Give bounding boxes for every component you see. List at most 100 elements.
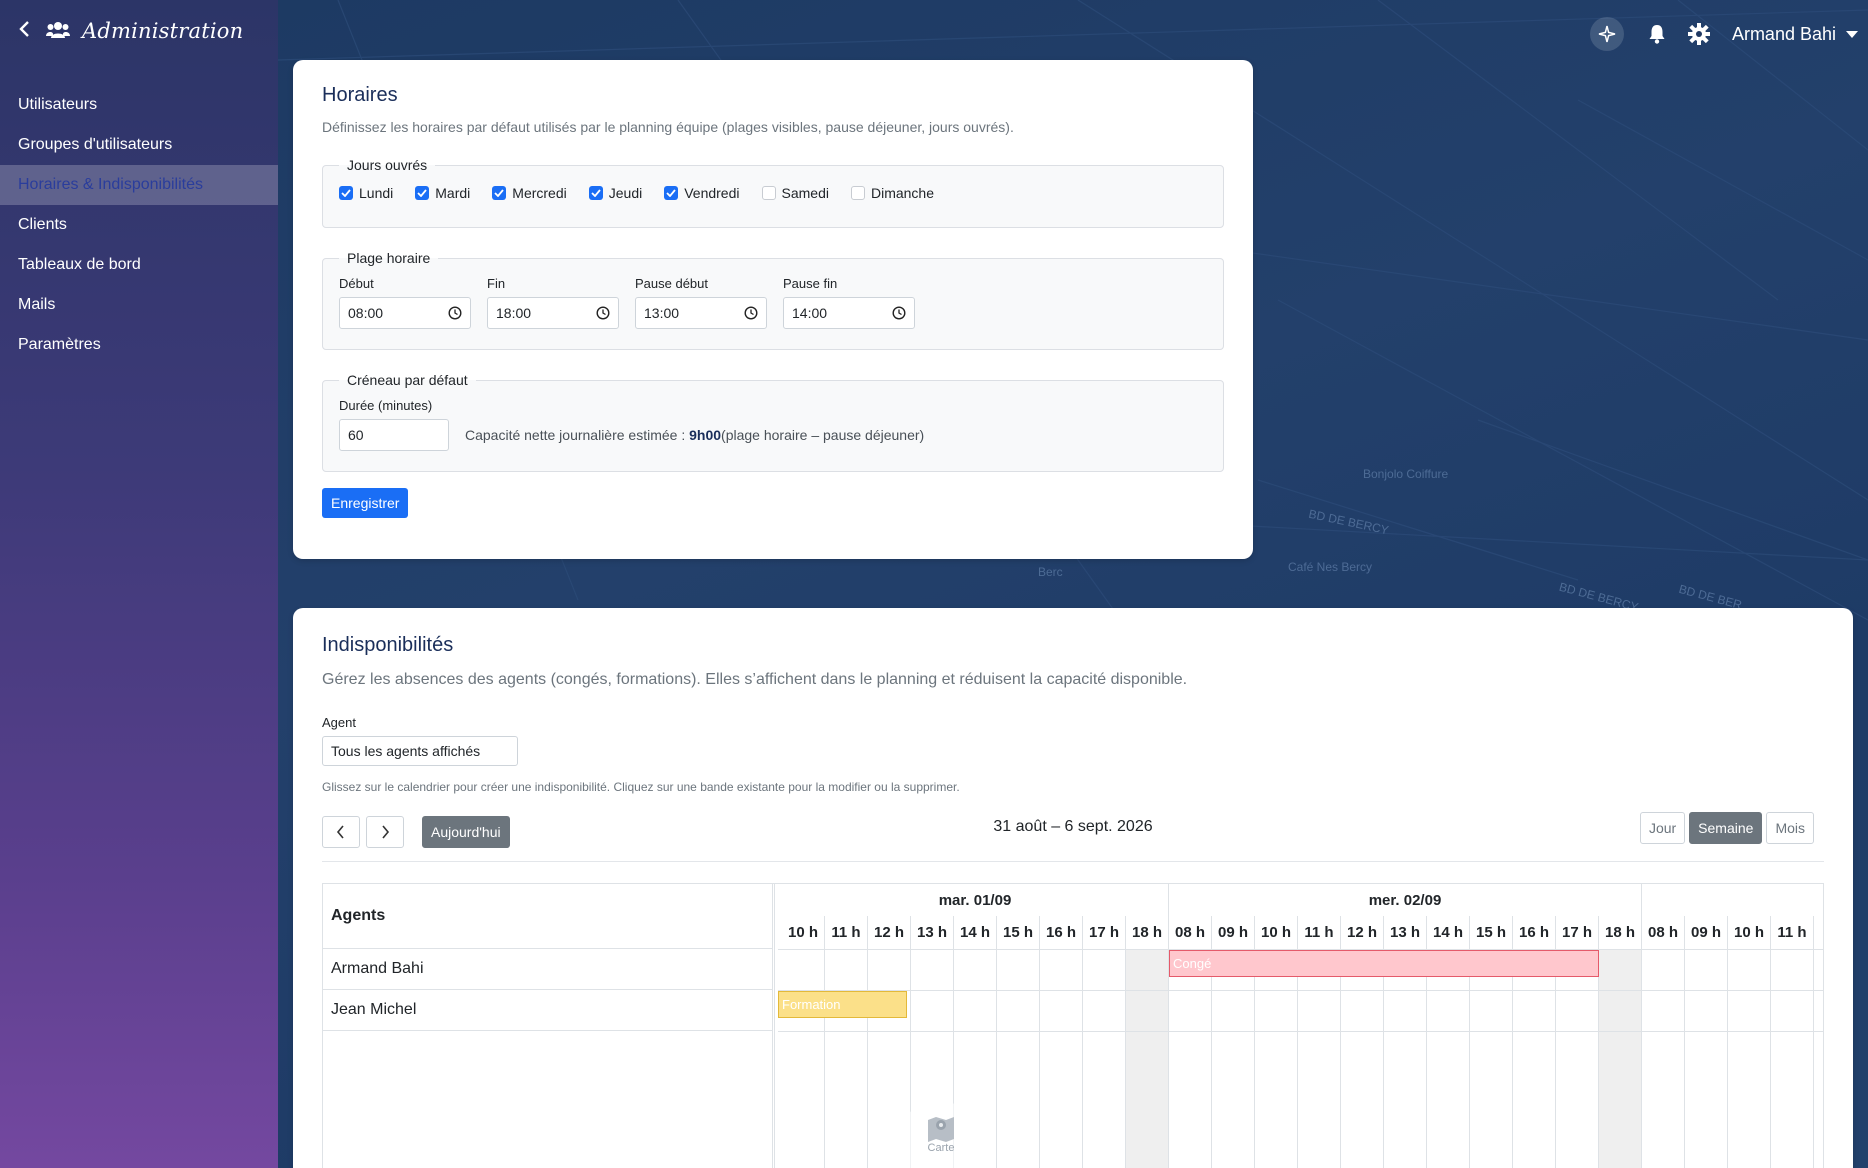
sidebar-title: Administration (82, 19, 244, 43)
time-value: 08:00 (348, 305, 384, 321)
hour-column[interactable] (1771, 949, 1814, 1168)
hour-header: 17 h (1083, 916, 1126, 949)
today-button[interactable]: Aujourd'hui (422, 815, 510, 848)
sidebar-item-mails[interactable]: Mails (0, 285, 278, 325)
sidebar-item-clients[interactable]: Clients (0, 205, 278, 245)
sidebar-item-horaires[interactable]: Horaires & Indisponibilités (0, 165, 278, 205)
hour-header: 15 h (1470, 916, 1513, 949)
hour-header: 14 h (954, 916, 997, 949)
hour-header: 13 h (1384, 916, 1427, 949)
indispo-title: Indisponibilités (322, 634, 454, 656)
hour-column[interactable] (1470, 949, 1513, 1168)
conge-band[interactable]: Congé (1169, 950, 1599, 977)
hour-column[interactable] (1169, 949, 1212, 1168)
back-arrow-icon[interactable] (18, 18, 46, 44)
hour-column[interactable] (1126, 949, 1169, 1168)
sidebar-item-tableaux[interactable]: Tableaux de bord (0, 245, 278, 285)
capacity-text: Capacité nette journalière estimée : 9h0… (465, 427, 924, 443)
view-month-button[interactable]: Mois (1766, 812, 1814, 844)
hour-header: 12 h (1341, 916, 1384, 949)
hour-column[interactable] (997, 949, 1040, 1168)
hour-column[interactable] (1685, 949, 1728, 1168)
sparkle-icon[interactable] (1589, 17, 1624, 51)
checkbox-checked-icon[interactable] (588, 186, 603, 200)
user-menu[interactable]: Armand Bahi (1732, 24, 1858, 45)
gear-icon[interactable] (1684, 19, 1714, 49)
sidebar: Administration Utilisateurs Groupes d'ut… (0, 0, 278, 1168)
agents-header: Agents (323, 884, 772, 949)
clock-icon[interactable] (892, 306, 906, 320)
hour-column[interactable] (1427, 949, 1470, 1168)
hour-header: 11 h (825, 916, 868, 949)
clock-icon[interactable] (744, 306, 758, 320)
clock-icon[interactable] (596, 306, 610, 320)
prev-button[interactable] (322, 815, 360, 848)
hour-column[interactable] (1728, 949, 1771, 1168)
hour-column[interactable] (1642, 949, 1685, 1168)
end-time-input[interactable]: 18:00 (487, 297, 619, 329)
hour-column[interactable] (1814, 949, 1823, 1168)
hour-column[interactable] (1040, 949, 1083, 1168)
band-label: Formation (782, 997, 841, 1012)
day-checkbox-mercredi[interactable]: Mercredi (492, 185, 567, 201)
checkbox-unchecked-icon[interactable] (850, 186, 865, 200)
break-start-input[interactable]: 13:00 (635, 297, 767, 329)
calendar-range: 31 août – 6 sept. 2026 (993, 818, 1153, 835)
hour-column[interactable] (1298, 949, 1341, 1168)
agent-row: Armand Bahi (323, 949, 772, 990)
day-checkbox-jeudi[interactable]: Jeudi (588, 185, 643, 201)
hour-header: 16 h (1040, 916, 1083, 949)
day-checkbox-dimanche[interactable]: Dimanche (850, 185, 934, 201)
hour-column[interactable] (1212, 949, 1255, 1168)
view-day-button[interactable]: Jour (1639, 812, 1686, 844)
hour-column[interactable] (1384, 949, 1427, 1168)
hour-header: 10 h (1728, 916, 1771, 949)
hour-column[interactable] (1341, 949, 1384, 1168)
day-label: Jeudi (608, 185, 643, 201)
hour-column[interactable] (1513, 949, 1556, 1168)
day-checkbox-vendredi[interactable]: Vendredi (664, 185, 740, 201)
hour-column[interactable] (1083, 949, 1126, 1168)
checkbox-checked-icon[interactable] (664, 186, 679, 200)
hour-column[interactable] (1599, 949, 1642, 1168)
hour-header: 12 h (868, 916, 911, 949)
time-field: Fin 18:00 (487, 276, 619, 329)
day-label: Mardi (435, 185, 471, 201)
hour-header: 15 h (997, 916, 1040, 949)
clock-icon[interactable] (448, 306, 462, 320)
start-time-input[interactable]: 08:00 (339, 297, 471, 329)
bell-icon[interactable] (1642, 19, 1672, 49)
band-label: Congé (1173, 956, 1212, 971)
sidebar-item-utilisateurs[interactable]: Utilisateurs (0, 85, 278, 125)
break-end-input[interactable]: 14:00 (783, 297, 915, 329)
formation-band[interactable]: Formation (778, 991, 907, 1018)
checkbox-checked-icon[interactable] (415, 186, 430, 200)
indispo-subtitle: Gérez les absences des agents (congés, f… (322, 671, 1188, 688)
sidebar-item-parametres[interactable]: Paramètres (0, 325, 278, 365)
chevron-left-icon (336, 824, 344, 839)
save-button[interactable]: Enregistrer (322, 488, 409, 518)
calendar-toolbar: Aujourd'hui 31 août – 6 sept. 2026 Jour … (322, 812, 1824, 862)
hour-header: 08 h (1169, 916, 1212, 949)
day-checkbox-samedi[interactable]: Samedi (761, 185, 829, 201)
sidebar-item-label: Clients (18, 216, 67, 233)
hour-column[interactable] (782, 949, 825, 1168)
hour-column[interactable] (1556, 949, 1599, 1168)
hour-header: 17 h (1556, 916, 1599, 949)
sidebar-item-groupes[interactable]: Groupes d'utilisateurs (0, 125, 278, 165)
view-week-button[interactable]: Semaine (1689, 812, 1763, 844)
checkbox-checked-icon[interactable] (339, 186, 353, 200)
day-checkbox-lundi[interactable]: Lundi (339, 185, 393, 201)
sidebar-header: Administration (0, 0, 278, 62)
checkbox-unchecked-icon[interactable] (761, 186, 776, 200)
hour-column[interactable] (825, 949, 868, 1168)
hour-column[interactable] (1255, 949, 1298, 1168)
agent-select[interactable]: Tous les agents affichés (322, 736, 518, 766)
day-header: mar. 01/09 (782, 884, 1169, 916)
day-checkbox-mardi[interactable]: Mardi (415, 185, 470, 201)
duration-input[interactable]: 60 (339, 419, 449, 451)
next-button[interactable] (366, 815, 404, 848)
workdays-fieldset: Jours ouvrés Lundi Mardi Mercredi Jeudi Vend… (322, 157, 1224, 228)
workdays-legend: Jours ouvrés (347, 157, 428, 173)
checkbox-checked-icon[interactable] (492, 186, 507, 200)
